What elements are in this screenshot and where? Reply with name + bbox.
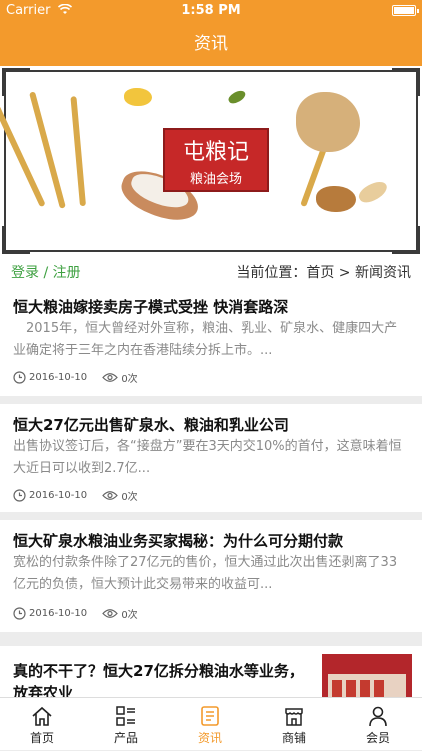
news-summary: 2015年，恒大曾经对外宣称，粮油、乳业、矿泉水、健康四大产业确定将于三年之内在… — [13, 321, 398, 358]
tab-label: 商铺 — [281, 731, 306, 745]
frame-corner-ornament — [392, 226, 420, 254]
eye-icon — [102, 373, 119, 382]
grain-bowl-illustration — [316, 186, 356, 212]
logo-title: 屯粮记 — [182, 140, 249, 165]
news-summary: 出售协议签订后，各“接盘方”要在3天内交10%的首付，这意味着恒大近日可以收到2… — [13, 439, 402, 476]
news-title[interactable]: 恒大矿泉水粮油业务买家揭秘：为什么可分期付款 — [13, 530, 410, 551]
store-icon — [285, 708, 303, 726]
sub-header: 登录 / 注册 当前位置：首页 > 新闻资讯 — [0, 256, 422, 286]
brand-logo: 屯粮记 粮油会场 — [163, 128, 269, 192]
tab-news[interactable]: 资讯 — [168, 698, 252, 751]
logo-subtitle: 粮油会场 — [189, 172, 242, 187]
tab-home[interactable]: 首页 — [0, 698, 84, 751]
news-views: 0次 — [121, 492, 138, 503]
news-date: 2016-10-10 — [29, 490, 88, 501]
tab-label: 资讯 — [197, 731, 222, 745]
eye-icon — [102, 491, 119, 500]
news-item[interactable]: 恒大矿泉水粮油业务买家揭秘：为什么可分期付款 宽松的付款条件除了27亿元的售价，… — [0, 520, 422, 632]
battery-icon — [392, 5, 419, 16]
tab-label: 首页 — [29, 731, 54, 745]
tab-label: 会员 — [365, 731, 390, 745]
tab-stores[interactable]: 商铺 — [252, 698, 336, 751]
user-icon — [369, 706, 387, 727]
status-time: 1:58 PM — [181, 3, 241, 18]
frame-corner-ornament — [2, 226, 30, 254]
news-item[interactable]: 恒大粮油嫁接卖房子模式受挫 快消套路深 2015年，恒大曾经对外宣称，粮油、乳业… — [0, 286, 422, 396]
nav-title: 资讯 — [0, 22, 422, 66]
promo-banner[interactable]: 屯粮记 粮油会场 — [0, 66, 422, 256]
news-title[interactable]: 恒大27亿元出售矿泉水、粮油和乳业公司 — [13, 414, 410, 435]
tab-products[interactable]: 产品 — [84, 698, 168, 751]
news-title[interactable]: 真的不干了？恒大27亿拆分粮油水等业务，放弃农业 — [13, 660, 312, 697]
news-item[interactable]: 恒大27亿元出售矿泉水、粮油和乳业公司 出售协议签订后，各“接盘方”要在3天内交… — [0, 404, 422, 512]
tab-member[interactable]: 会员 — [336, 698, 420, 751]
news-thumbnail — [322, 654, 412, 697]
login-register-link[interactable]: 登录 / 注册 — [11, 262, 81, 282]
grain-sack-illustration — [296, 92, 360, 152]
news-title[interactable]: 恒大粮油嫁接卖房子模式受挫 快消套路深 — [13, 296, 410, 317]
grid-list-icon — [116, 706, 135, 726]
frame-corner-ornament — [2, 68, 30, 96]
news-meta: 2016-10-10 0次 — [13, 370, 150, 386]
document-icon — [201, 706, 219, 726]
news-meta: 2016-10-10 0次 — [13, 606, 150, 622]
clock-icon — [13, 489, 26, 502]
clock-icon — [13, 607, 26, 620]
home-icon — [32, 706, 52, 726]
status-bar: Carrier 1:58 PM — [0, 0, 422, 22]
oil-bowl-illustration — [124, 88, 152, 106]
bottom-tab-bar: 首页 产品 资讯 商铺 会员 — [0, 697, 422, 750]
clock-icon — [13, 371, 26, 384]
eye-icon — [102, 609, 119, 618]
frame-corner-ornament — [392, 68, 420, 96]
news-views: 0次 — [121, 374, 138, 385]
news-item[interactable]: 真的不干了？恒大27亿拆分粮油水等业务，放弃农业 — [0, 646, 422, 697]
breadcrumb[interactable]: 当前位置：首页 > 新闻资讯 — [236, 262, 411, 282]
news-views: 0次 — [121, 610, 138, 621]
news-meta: 2016-10-10 0次 — [13, 488, 150, 504]
news-summary: 宽松的付款条件除了27亿元的售价，恒大通过此次出售还剥离了33亿元的负债，恒大预… — [13, 555, 398, 592]
news-date: 2016-10-10 — [29, 608, 88, 619]
tab-label: 产品 — [113, 731, 138, 745]
news-date: 2016-10-10 — [29, 372, 88, 383]
